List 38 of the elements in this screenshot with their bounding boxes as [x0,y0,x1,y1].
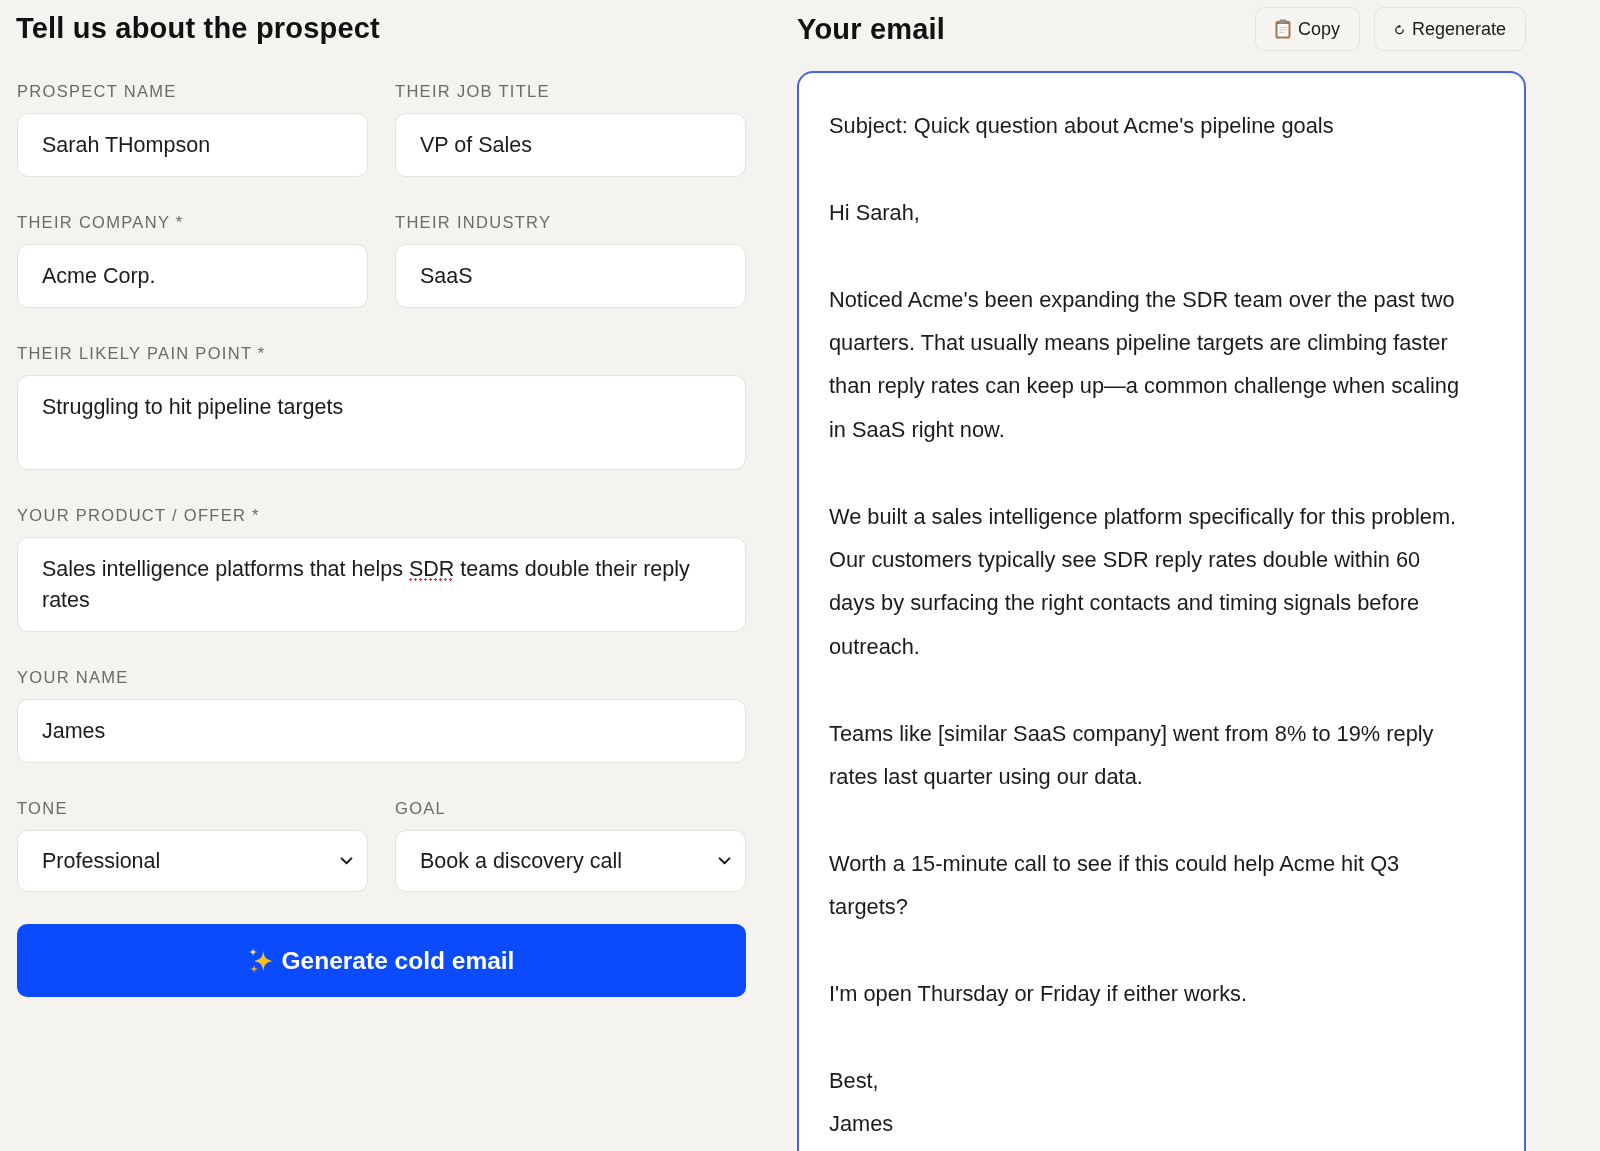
email-paragraph: Teams like [similar SaaS company] went from 8% to 19% reply rates last quarter using our data. [829,719,1435,792]
email-paragraph: I'm open Thursday or Friday if either works. [829,980,1249,1009]
text-area[interactable]: Struggling to hit pipeline targets [17,375,746,470]
text-input[interactable]: Acme Corp. [17,244,368,308]
field-label: YOUR NAME [17,667,130,687]
dropdown[interactable]: Professional [17,830,368,892]
clipboard-icon [1274,19,1291,39]
email-subject: Subject: Quick question about Acme's pipeline goals [829,112,1335,140]
text-input[interactable]: Sarah THompson [17,113,368,177]
text-area[interactable]: Sales intelligence platforms that helps SDR teams double their reply rates [17,537,746,632]
chevron-down-icon [718,857,731,865]
field-label: GOAL [395,798,448,818]
field-label: TONE [17,798,69,818]
field-label: THEIR COMPANY * [17,212,185,232]
field-label: THEIR LIKELY PAIN POINT * [17,343,267,363]
generate-button[interactable]: Generate cold email [17,924,746,997]
field-label: THEIR JOB TITLE [395,81,551,101]
regenerate-button[interactable]: Regenerate [1373,7,1526,51]
email-output[interactable] [797,71,1526,1151]
text-input[interactable]: James [17,699,746,763]
field-label: PROSPECT NAME [17,81,178,101]
field-label: YOUR PRODUCT / OFFER * [17,505,261,525]
email-closing: Best, [829,1066,880,1095]
text-input[interactable]: VP of Sales [395,113,746,177]
text-input[interactable]: SaaS [395,244,746,308]
dropdown[interactable]: Book a discovery call [395,830,746,892]
chevron-down-icon [340,857,353,865]
email-greeting: Hi Sarah, [829,198,921,227]
sparkles-icon [248,948,273,973]
field-label: THEIR INDUSTRY [395,212,553,232]
email-paragraph: Worth a 15-minute call to see if this could help Acme hit Q3 targets? [829,849,1401,922]
email-paragraph: We built a sales intelligence platform specifically for this problem. Our customers typically see SDR reply rates double within 60 days by surfacing the right contacts and timing signals before outreach. [829,502,1458,661]
email-paragraph: Noticed Acme's been expanding the SDR team over the past two quarters. That usually means pipeline targets are climbing faster than reply rates can keep up—a common challenge when scaling in SaaS right now. [829,285,1461,444]
copy-button[interactable]: Copy [1254,7,1360,51]
email-title: Your email [797,12,946,46]
form-title: Tell us about the prospect [16,11,381,45]
email-signature: James [829,1110,895,1139]
refresh-icon [1393,23,1405,35]
